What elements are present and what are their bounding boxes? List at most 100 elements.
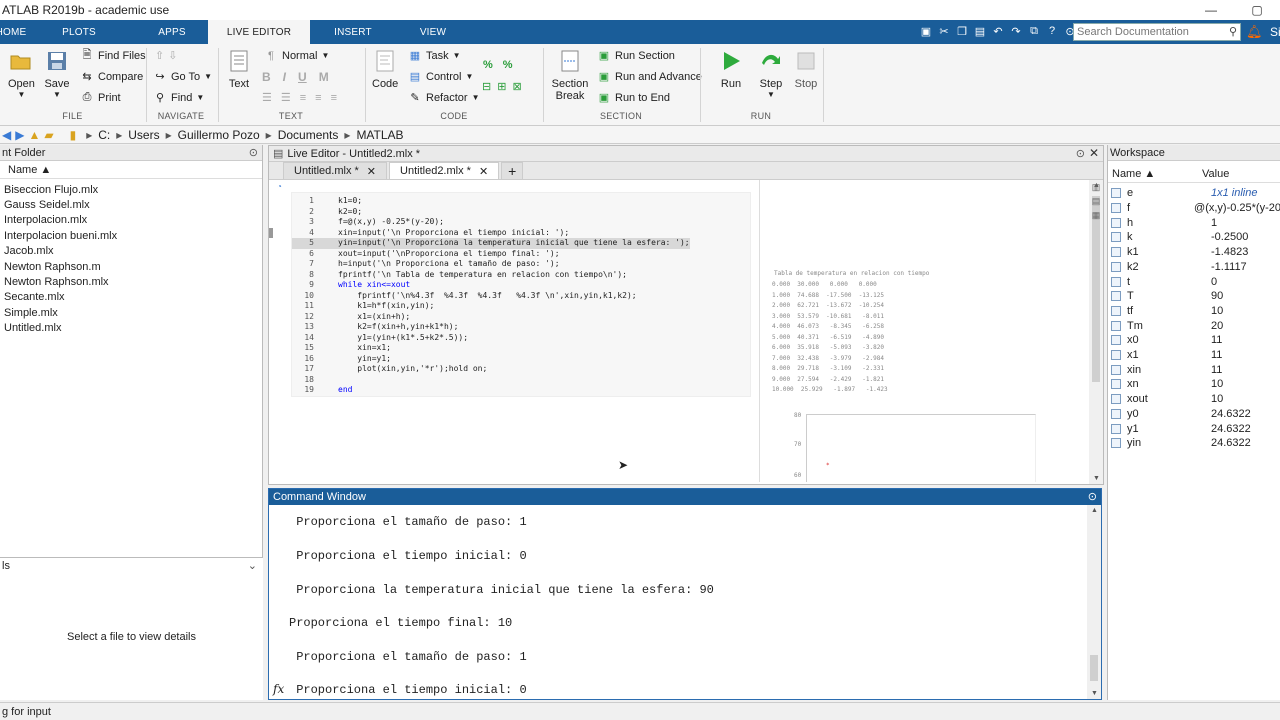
table-row[interactable]: k -0.2500 <box>1108 230 1280 245</box>
hide-code-icon[interactable]: ▦ <box>1092 210 1101 221</box>
command-scrollbar[interactable]: ▲ ▼ <box>1087 505 1101 699</box>
section-break-button[interactable]: Section Break <box>551 50 589 102</box>
browse-folder-icon[interactable]: ▰ <box>44 128 53 142</box>
tab-plots[interactable]: PLOTS <box>22 20 136 44</box>
compare-button[interactable]: ⇆ Compare <box>80 70 143 84</box>
style-normal-dropdown[interactable]: ¶ Normal ▼ <box>264 49 329 62</box>
align-left-icon[interactable]: ≡ <box>300 92 306 104</box>
table-row[interactable]: tf 10 <box>1108 304 1280 319</box>
scroll-down-icon[interactable]: ▼ <box>1093 475 1100 482</box>
refactor-dropdown[interactable]: ✎ Refactor ▼ <box>408 91 479 105</box>
function-browser-icon[interactable]: fx <box>273 682 284 696</box>
panel-menu-icon[interactable]: ⊙ <box>1088 490 1097 503</box>
table-row[interactable]: t0 <box>1108 274 1280 289</box>
list-item[interactable]: Biseccion Flujo.mlx <box>0 182 262 197</box>
close-icon[interactable]: ✕ <box>1089 146 1099 160</box>
tab-apps[interactable]: APPS <box>136 20 208 44</box>
save-button[interactable]: Save ▼ <box>44 50 70 99</box>
table-row[interactable]: T 90 <box>1108 289 1280 304</box>
name-column-header[interactable]: Name ▲ <box>0 161 262 179</box>
list-item[interactable]: Newton Raphson.m <box>0 259 262 274</box>
print-button[interactable]: ⎙ Print <box>80 91 121 104</box>
panel-menu-icon[interactable]: ⊙ <box>1076 147 1085 160</box>
step-button[interactable]: Step ▼ <box>758 50 784 99</box>
table-row[interactable]: yin 24.6322 <box>1108 436 1280 451</box>
task-dropdown[interactable]: ▦ Task ▼ <box>408 49 461 63</box>
list-item[interactable]: Newton Raphson.mlx <box>0 274 262 289</box>
table-row[interactable]: xout 10 <box>1108 392 1280 407</box>
list-item[interactable]: Interpolacion bueni.mlx <box>0 228 262 243</box>
code-button[interactable]: Code <box>372 50 398 90</box>
table-row[interactable]: xn 10 <box>1108 377 1280 392</box>
command-input-line[interactable]: Proporciona el tiempo inicial: 0 <box>289 683 526 697</box>
path-segment[interactable]: Documents <box>278 128 339 142</box>
scrollbar-thumb[interactable] <box>1092 196 1100 382</box>
align-right-icon[interactable]: ≡ <box>331 92 337 104</box>
help-icon[interactable]: ? <box>1044 22 1060 40</box>
paste-quick-icon[interactable]: ▤ <box>972 22 988 40</box>
plot-axes[interactable] <box>806 414 1036 482</box>
table-row[interactable]: x1 11 <box>1108 348 1280 363</box>
list-item[interactable]: Interpolacion.mlx <box>0 213 262 228</box>
code-area[interactable]: 1 k1=0; 2 k2=0; 3 f=@(x,y) -0.25*(y-20); 4x… <box>291 192 751 397</box>
path-segment[interactable]: Users <box>128 128 159 142</box>
path-segment[interactable]: Guillermo Pozo <box>178 128 260 142</box>
list-item[interactable]: Secante.mlx <box>0 290 262 305</box>
back-icon[interactable]: ◀ <box>2 128 11 142</box>
table-row[interactable]: x0 11 <box>1108 333 1280 348</box>
list-item[interactable]: Gauss Seidel.mlx <box>0 197 262 212</box>
folder-up-icon[interactable]: ▲ <box>28 128 40 142</box>
tab-insert[interactable]: INSERT <box>310 20 396 44</box>
table-row[interactable]: Tm 20 <box>1108 318 1280 333</box>
back-forward-arrows[interactable]: ⇧ ⇩ <box>155 49 177 62</box>
numbered-list-icon[interactable]: ☰ <box>262 91 272 104</box>
notification-bell-icon[interactable]: 🔔︎ <box>1246 24 1263 40</box>
list-item[interactable]: Untitled.mlx <box>0 321 262 336</box>
stop-button[interactable]: Stop <box>793 50 819 90</box>
command-window[interactable]: Command Window ⊙ Proporciona el tamaño d… <box>268 488 1102 700</box>
undo-quick-icon[interactable]: ↶ <box>990 22 1006 40</box>
find-button[interactable]: ⚲ Find ▼ <box>153 91 204 105</box>
maximize-button[interactable]: ▢ <box>1234 0 1280 20</box>
forward-icon[interactable]: ▶ <box>15 128 24 142</box>
italic-icon[interactable]: I <box>283 70 286 84</box>
panel-menu-icon[interactable]: ⊙ <box>249 146 258 159</box>
tab-live-editor[interactable]: LIVE EDITOR <box>208 20 310 44</box>
run-and-advance-button[interactable]: ▣ Run and Advance <box>597 70 702 84</box>
path-segment[interactable]: MATLAB <box>356 128 403 142</box>
table-row[interactable]: k1 -1.4823 <box>1108 245 1280 260</box>
comment-icon[interactable]: % <box>483 59 493 71</box>
monospace-icon[interactable]: M <box>319 70 329 84</box>
run-section-button[interactable]: ▣ Run Section <box>597 49 675 63</box>
underline-icon[interactable]: U <box>298 70 307 84</box>
scroll-up-icon[interactable]: ▲ <box>1091 507 1098 514</box>
bold-icon[interactable]: B <box>262 70 271 84</box>
smart-indent-icon[interactable]: ⊠ <box>512 80 521 93</box>
list-item[interactable]: Jacob.mlx <box>0 244 262 259</box>
open-button[interactable]: Open ▼ <box>8 50 35 99</box>
table-row[interactable]: k2 -1.1117 <box>1108 260 1280 275</box>
scrollbar-thumb[interactable] <box>1090 655 1098 681</box>
bullet-list-icon[interactable]: ☰ <box>281 91 291 104</box>
editor-scrollbar[interactable]: ▲ ▼ <box>1089 180 1103 484</box>
minimize-button[interactable]: — <box>1188 0 1234 20</box>
save-quick-icon[interactable]: ▣ <box>918 22 934 40</box>
tab-view[interactable]: VIEW <box>396 20 470 44</box>
ws-name-header[interactable]: Name ▲ <box>1108 168 1202 180</box>
table-row[interactable]: h1 <box>1108 215 1280 230</box>
text-button[interactable]: Text <box>226 50 252 90</box>
path-segment[interactable]: C: <box>98 128 110 142</box>
control-dropdown[interactable]: ▤ Control ▼ <box>408 70 474 84</box>
output-right-icon[interactable]: ▥ <box>1092 182 1101 193</box>
close-icon[interactable]: ✕ <box>479 165 488 178</box>
table-row[interactable]: xin 11 <box>1108 362 1280 377</box>
scroll-down-icon[interactable]: ▼ <box>1091 690 1098 697</box>
ws-value-header[interactable]: Value <box>1202 168 1229 180</box>
tab-untitled2[interactable]: Untitled2.mlx * ✕ <box>389 162 500 179</box>
close-icon[interactable]: ✕ <box>367 165 376 178</box>
align-center-icon[interactable]: ≡ <box>315 92 321 104</box>
redo-quick-icon[interactable]: ↷ <box>1008 22 1024 40</box>
run-button[interactable]: Run <box>718 50 744 90</box>
run-to-end-button[interactable]: ▣ Run to End <box>597 91 670 105</box>
goto-button[interactable]: ↪ Go To ▼ <box>153 70 212 84</box>
